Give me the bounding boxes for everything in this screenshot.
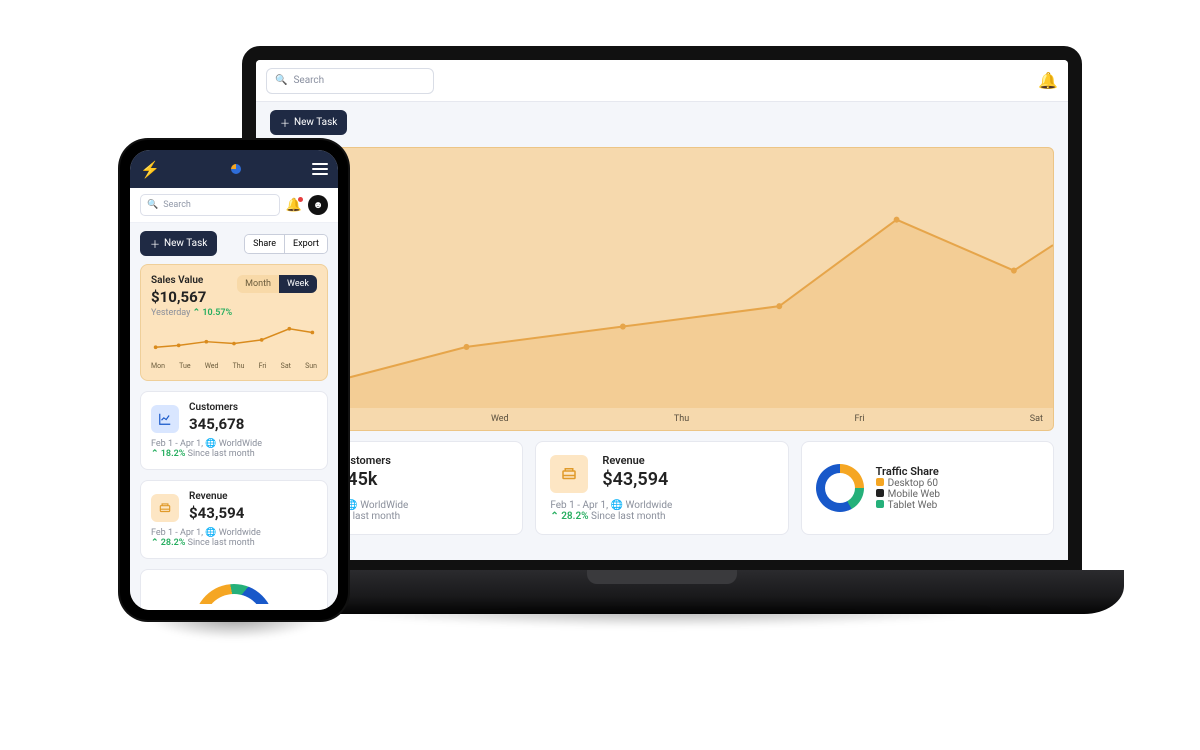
revenue-value: $43,594 [602,469,668,490]
revenue-title: Revenue [189,491,244,502]
laptop-mockup: 🔍 Search 🔔 ＋ New Task Sales Value [242,46,1082,614]
x-tick: Thu [674,414,689,424]
legend-item: Mobile Web [876,489,1039,500]
new-task-button[interactable]: ＋ New Task [270,110,347,135]
sales-value: $10,567 [151,288,232,306]
search-input[interactable]: 🔍 Search [140,194,280,216]
plus-icon: ＋ [280,115,290,130]
phone-actionbar: ＋ New Task Share Export [130,223,338,264]
date-range: Feb 1 - Apr 1, [550,500,608,511]
cash-register-icon [550,455,588,493]
traffic-donut-chart [816,464,864,512]
new-task-label: New Task [164,238,207,249]
delta-value: 18.2% [161,449,186,459]
period-toggle: Month Week [237,275,317,293]
phone-mockup: ⚡ 🔍 Search 🔔 ☻ ＋ New Task Share Export [120,140,348,620]
x-tick: Thu [233,362,245,370]
scope-label: Worldwide [219,528,261,538]
search-icon: 🔍 [275,75,287,86]
x-tick: Wed [205,362,219,370]
bell-icon[interactable]: 🔔 [1038,71,1058,90]
x-tick: Sat [281,362,291,370]
search-placeholder: Search [293,75,324,86]
delta-label: Since last month [188,449,255,459]
export-button[interactable]: Export [284,235,327,253]
delta-value: 28.2% [561,511,588,522]
delta-value: 28.2% [161,538,186,548]
phone-navbar: ⚡ [130,150,338,188]
customers-value: 345,678 [189,415,244,433]
globe-icon: 🌐 [611,500,623,511]
globe-icon: 🌐 [205,439,216,449]
customers-title: Customers [189,402,244,413]
laptop-subbar: ＋ New Task [256,102,1068,143]
x-tick: Mon [151,362,165,370]
chart-icon [151,405,179,433]
new-task-label: New Task [294,117,337,128]
traffic-share-card [140,569,328,610]
scope-label: WorldWide [219,439,262,449]
caret-up-icon: ⌃ [151,449,159,459]
phone-screen: ⚡ 🔍 Search 🔔 ☻ ＋ New Task Share Export [130,150,338,610]
laptop-topbar: 🔍 Search 🔔 [256,60,1068,102]
legend-item: Tablet Web [876,500,1039,511]
toggle-week[interactable]: Week [279,275,317,293]
globe-icon: 🌐 [205,528,216,538]
revenue-card: Revenue $43,594 Feb 1 - Apr 1, 🌐 Worldwi… [535,441,788,535]
toggle-month[interactable]: Month [237,275,279,293]
x-tick: Fri [854,414,864,424]
plus-icon: ＋ [150,236,160,251]
mini-chart-x-axis: Mon Tue Wed Thu Fri Sat Sun [151,362,317,370]
search-input[interactable]: 🔍 Search [266,68,434,94]
scope-label: Worldwide [626,500,673,511]
delta-value: 10.57% [202,308,232,318]
x-tick: Sat [1030,414,1043,424]
sales-title: Sales Value [151,275,232,286]
revenue-title: Revenue [602,454,668,467]
sales-value-chart [271,184,1053,408]
caret-up-icon: ⌃ [550,511,558,522]
brand-dot-icon [231,164,241,174]
chart-x-axis: Tue Wed Thu Fri Sat [311,414,1043,424]
new-task-button[interactable]: ＋ New Task [140,231,217,256]
caret-up-icon: ⌃ [151,538,159,548]
cash-register-icon [151,494,179,522]
customers-card: Customers 345,678 Feb 1 - Apr 1, 🌐 World… [140,391,328,470]
traffic-title: Traffic Share [876,465,1039,478]
laptop-screen: 🔍 Search 🔔 ＋ New Task Sales Value [256,60,1068,560]
bell-icon[interactable]: 🔔 [286,198,302,213]
search-placeholder: Search [163,200,191,210]
sub-label: Yesterday [151,308,190,318]
traffic-share-card: Traffic Share Desktop 60 Mobile Web Tabl… [801,441,1054,535]
avatar[interactable]: ☻ [308,195,328,215]
revenue-card: Revenue $43,594 Feb 1 - Apr 1, 🌐 Worldwi… [140,480,328,559]
x-tick: Fri [259,362,267,370]
menu-button[interactable] [312,163,328,175]
revenue-value: $43,594 [189,504,244,522]
date-range: Feb 1 - Apr 1, [151,439,203,449]
scope-label: WorldWide [360,500,408,511]
bolt-icon: ⚡ [140,160,160,179]
delta-label: Since last month [591,511,665,522]
sales-value-card: Sales Value $10,567 Yesterday ⌃ 10.57% M… [140,264,328,381]
caret-up-icon: ⌃ [193,308,201,318]
legend-item: Desktop 60 [876,478,1039,489]
x-tick: Wed [491,414,509,424]
x-tick: Tue [179,362,190,370]
share-button[interactable]: Share [245,235,284,253]
x-tick: Sun [305,362,317,370]
delta-label: Since last month [188,538,255,548]
phone-topbar: 🔍 Search 🔔 ☻ [130,188,338,223]
search-icon: 🔍 [147,200,158,210]
traffic-donut-chart [194,584,274,610]
sales-value-chart-card: Sales Value Tue Wed Thu [270,147,1054,431]
date-range: Feb 1 - Apr 1, [151,528,203,538]
chart-title: Sales Value [287,160,1037,174]
sales-mini-chart [151,318,317,358]
